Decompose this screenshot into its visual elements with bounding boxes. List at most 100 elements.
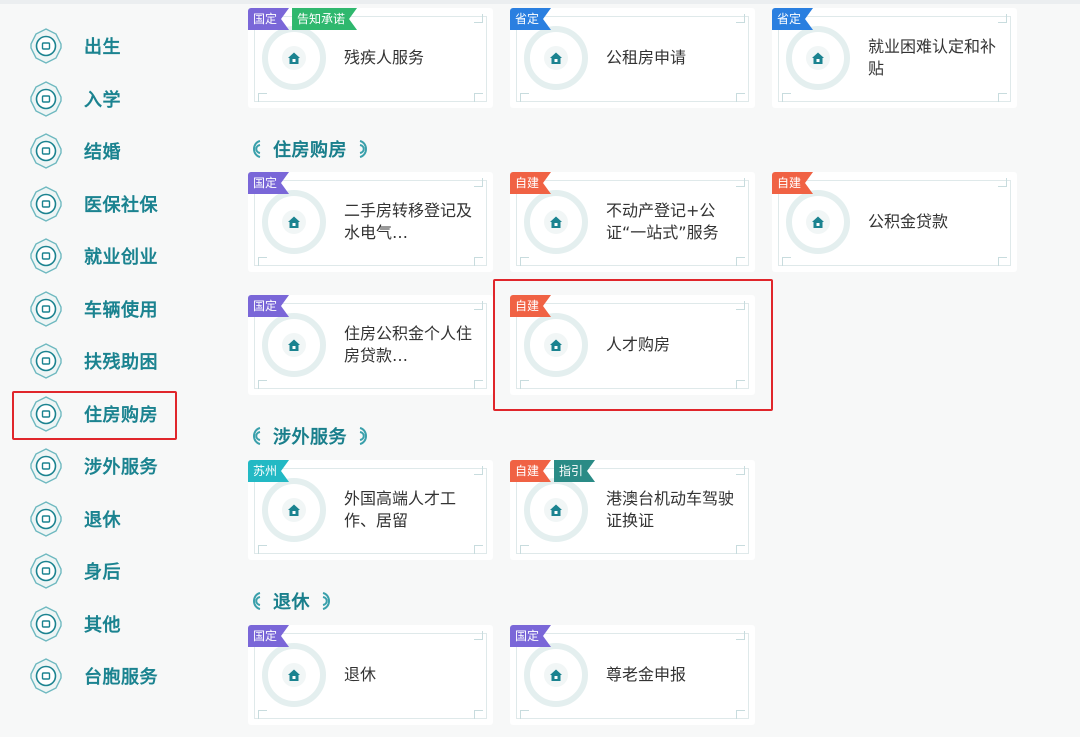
- service-name: 住房公积金个人住房贷款…: [344, 324, 473, 365]
- frame-corner-ornament: [474, 710, 483, 719]
- sidebar-item[interactable]: 结婚: [0, 125, 190, 178]
- frame-corner-ornament: [520, 380, 529, 389]
- category-tag: 国定: [248, 172, 289, 194]
- sidebar-item[interactable]: 就业创业: [0, 230, 190, 283]
- category-tag: 国定: [248, 625, 289, 647]
- tai-icon: [28, 658, 64, 695]
- sidebar-item[interactable]: 扶残助困: [0, 335, 190, 388]
- frame-corner-ornament: [474, 545, 483, 554]
- sidebar-item[interactable]: 住房购房: [0, 388, 190, 441]
- frame-corner-ornament: [736, 301, 745, 310]
- service-name: 残疾人服务: [344, 48, 425, 67]
- category-tag: 国定: [248, 295, 289, 317]
- section-heading-foreign: 涉外服务: [248, 423, 372, 449]
- icon-ring: [524, 313, 588, 377]
- memorial-icon: [28, 553, 64, 590]
- car-icon: [28, 290, 64, 327]
- service-card[interactable]: 残疾人服务 国定 告知承诺: [248, 8, 493, 108]
- service-card[interactable]: 退休 国定: [248, 625, 493, 725]
- service-card[interactable]: 公积金贷款 自建: [772, 172, 1017, 272]
- sidebar-item-label: 出生: [84, 37, 121, 59]
- service-name: 二手房转移登记及水电气…: [344, 201, 473, 242]
- category-tag: 自建: [510, 295, 551, 317]
- icon-ring: [786, 190, 850, 254]
- sidebar-item-label: 涉外服务: [84, 457, 158, 479]
- service-card[interactable]: 二手房转移登记及水电气… 国定: [248, 172, 493, 272]
- service-name: 不动产登记+公证“一站式”服务: [606, 201, 719, 242]
- category-tag: 苏州: [248, 460, 289, 482]
- ornament-left-icon: [253, 592, 261, 610]
- sidebar-item[interactable]: 医保社保: [0, 178, 190, 231]
- service-name: 就业困难认定和补贴: [868, 37, 997, 78]
- helping-hand-icon: [28, 343, 64, 380]
- service-card[interactable]: 港澳台机动车驾驶证换证 自建 指引: [510, 460, 755, 560]
- frame-corner-ornament: [782, 257, 791, 266]
- frame-corner-ornament: [520, 93, 529, 102]
- category-tag: 自建: [772, 172, 813, 194]
- house-icon: [544, 46, 568, 70]
- category-tag: 省定: [772, 8, 813, 30]
- frame-corner-ornament: [736, 93, 745, 102]
- section-title: 住房购房: [273, 140, 347, 161]
- service-card[interactable]: 不动产登记+公证“一站式”服务 自建: [510, 172, 755, 272]
- sidebar-item-label: 台胞服务: [84, 667, 158, 689]
- category-tag: 告知承诺: [292, 8, 357, 30]
- briefcase-icon: [806, 46, 830, 70]
- frame-corner-ornament: [258, 257, 267, 266]
- house-icon: [282, 210, 306, 234]
- sidebar-item[interactable]: 涉外服务: [0, 440, 190, 493]
- ornament-left-icon: [253, 427, 261, 445]
- service-card[interactable]: 尊老金申报 国定: [510, 625, 755, 725]
- category-sidebar: 出生入学结婚医保社保就业创业车辆使用 扶残助困住房购房涉外服务退休 身后其他台胞服务: [0, 20, 190, 703]
- service-card[interactable]: 外国高端人才工作、居留 苏州: [248, 460, 493, 560]
- sidebar-item-label: 其他: [84, 614, 121, 636]
- sidebar-item-label: 住房购房: [84, 404, 158, 426]
- icon-ring: [524, 190, 588, 254]
- briefcase-icon: [28, 238, 64, 275]
- frame-corner-ornament: [258, 710, 267, 719]
- medical-shield-icon: [28, 185, 64, 222]
- service-card[interactable]: 公租房申请 省定: [510, 8, 755, 108]
- sidebar-item-label: 就业创业: [84, 247, 158, 269]
- section-title: 涉外服务: [273, 427, 347, 448]
- frame-corner-ornament: [736, 14, 745, 23]
- tag-group: 国定: [510, 625, 554, 647]
- ornament-right-icon: [322, 592, 330, 610]
- tag-group: 国定 告知承诺: [248, 8, 360, 30]
- sidebar-item[interactable]: 身后: [0, 545, 190, 598]
- sidebar-item[interactable]: 台胞服务: [0, 650, 190, 703]
- tag-group: 国定: [248, 295, 292, 317]
- sidebar-item[interactable]: 其他: [0, 598, 190, 651]
- grid-icon: [28, 605, 64, 642]
- category-tag: 省定: [510, 8, 551, 30]
- house-up-icon: [806, 210, 830, 234]
- house-icon: [28, 395, 64, 432]
- service-card[interactable]: 就业困难认定和补贴 省定: [772, 8, 1017, 108]
- frame-corner-ornament: [782, 93, 791, 102]
- service-card[interactable]: 住房公积金个人住房贷款… 国定: [248, 295, 493, 395]
- frame-corner-ornament: [520, 257, 529, 266]
- sidebar-item[interactable]: 入学: [0, 73, 190, 126]
- icon-ring: [786, 26, 850, 90]
- sidebar-item[interactable]: 退休: [0, 493, 190, 546]
- sidebar-item[interactable]: 出生: [0, 20, 190, 73]
- service-name: 尊老金申报: [606, 665, 687, 684]
- frame-corner-ornament: [520, 710, 529, 719]
- elder-care-icon: [544, 663, 568, 687]
- service-name: 公积金贷款: [868, 212, 949, 231]
- frame-corner-ornament: [474, 380, 483, 389]
- ornament-left-icon: [253, 140, 261, 158]
- sidebar-item-label: 结婚: [84, 142, 121, 164]
- school-icon: [28, 80, 64, 117]
- baby-bottle-icon: [28, 28, 64, 65]
- service-name: 人才购房: [606, 335, 671, 354]
- frame-corner-ornament: [474, 93, 483, 102]
- globe-icon: [28, 448, 64, 485]
- tag-group: 自建 指引: [510, 460, 598, 482]
- sidebar-item[interactable]: 车辆使用: [0, 283, 190, 336]
- tag-group: 省定: [510, 8, 554, 30]
- service-card[interactable]: 人才购房 自建: [510, 295, 755, 395]
- frame-corner-ornament: [736, 380, 745, 389]
- frame-corner-ornament: [258, 545, 267, 554]
- section-heading-retire: 退休: [248, 588, 335, 614]
